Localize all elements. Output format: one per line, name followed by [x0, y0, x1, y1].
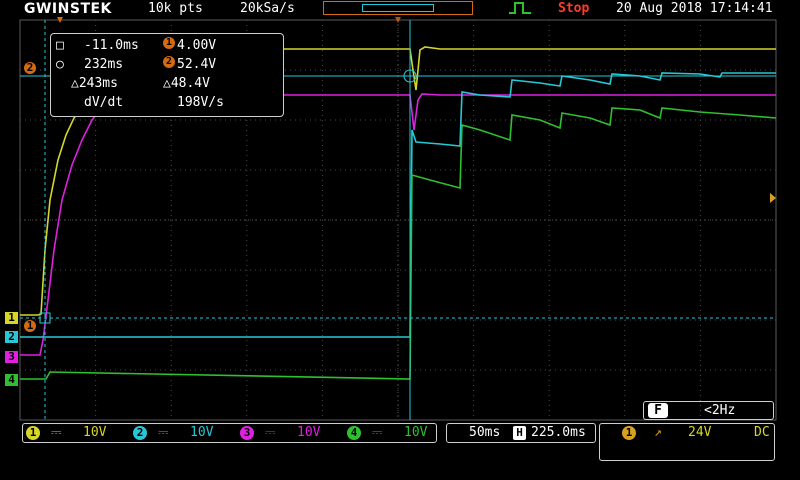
cursor-2-value-icon: 2: [163, 56, 175, 68]
channel-4-coupling-icon: ⎓: [372, 425, 383, 440]
rate-value: 198V/s: [177, 95, 224, 110]
channel-4-scale[interactable]: 10V: [404, 425, 427, 440]
rate-label: dV/dt: [84, 95, 124, 110]
channel-3-coupling-icon: ⎓: [265, 425, 276, 440]
cursor-1-value: 4.00V: [177, 38, 217, 53]
trigger-source-badge: 1: [622, 426, 636, 440]
trigger-coupling[interactable]: DC: [754, 425, 770, 440]
channel-1-scale[interactable]: 10V: [83, 425, 106, 440]
cursor-1-channel-marker: 1: [24, 320, 36, 332]
trigger-status[interactable]: 1 ↗ 24V DC: [599, 423, 775, 461]
channel-3-badge[interactable]: 3: [240, 426, 254, 440]
trigger-level[interactable]: 24V: [688, 425, 711, 440]
frequency-value: <2Hz: [704, 403, 736, 418]
frequency-icon: F: [648, 403, 668, 418]
timebase-scale[interactable]: 50ms: [469, 425, 500, 440]
cursor-2-value: 52.4V: [177, 57, 217, 72]
channel-2-scale[interactable]: 10V: [190, 425, 213, 440]
cursor-1-time: -11.0ms: [84, 38, 139, 53]
delta-time: △243ms: [71, 76, 118, 91]
channel-4-ground-marker[interactable]: 4: [5, 374, 18, 386]
channel-1-badge[interactable]: 1: [26, 426, 40, 440]
channel-status-bar: 1 ⎓ 10V 2 ⎓ 10V 3 ⎓ 10V 4 ⎓ 10V: [22, 423, 437, 443]
channel-3-scale[interactable]: 10V: [297, 425, 320, 440]
channel-2-ground-marker[interactable]: 2: [5, 331, 18, 343]
channel-3-ground-marker[interactable]: 3: [5, 351, 18, 363]
cursor-1-square-icon: □: [56, 38, 64, 53]
channel-1-ground-marker[interactable]: 1: [5, 312, 18, 324]
cursor-2-channel-marker: 2: [24, 62, 36, 74]
horizontal-position[interactable]: 225.0ms: [531, 425, 586, 440]
channel-1-coupling-icon: ⎓: [51, 425, 62, 440]
cursor-2-circle-icon: ○: [56, 57, 64, 72]
delta-value: △48.4V: [163, 76, 210, 91]
frequency-readout: F <2Hz: [643, 401, 774, 420]
cursor-measurement-panel: □ -11.0ms 1 4.00V ○ 232ms 2 52.4V △243ms…: [50, 33, 284, 117]
channel-4-badge[interactable]: 4: [347, 426, 361, 440]
channel-2-coupling-icon: ⎓: [158, 425, 169, 440]
trigger-slope-icon: ↗: [654, 425, 662, 440]
timebase-status[interactable]: 50ms H 225.0ms: [446, 423, 596, 443]
cursor-2-time: 232ms: [84, 57, 124, 72]
trigger-level-marker: [770, 193, 776, 203]
cursor-1-value-icon: 1: [163, 37, 175, 49]
horizontal-position-icon: H: [513, 426, 526, 440]
channel-2-badge[interactable]: 2: [133, 426, 147, 440]
